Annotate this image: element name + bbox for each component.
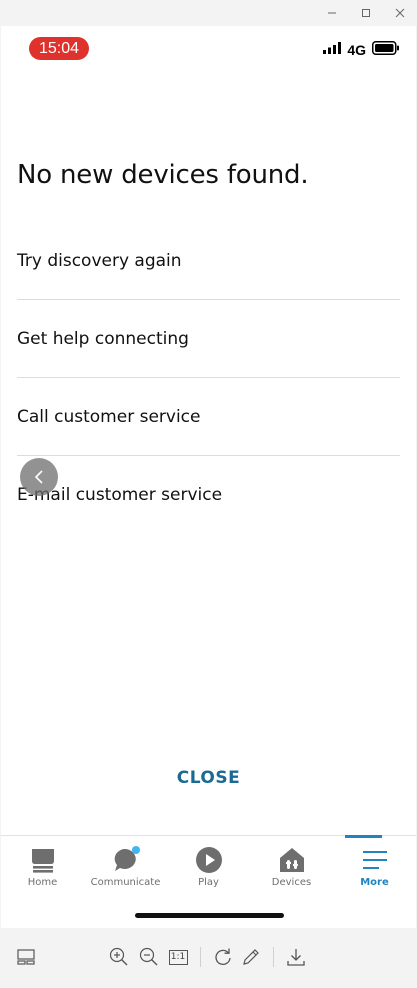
tab-label: Communicate (90, 877, 161, 888)
tab-label: Home (27, 877, 58, 888)
rotate-icon[interactable] (212, 946, 234, 968)
network-type: 4G (347, 42, 366, 58)
download-icon[interactable] (285, 946, 307, 968)
app-window: 15:04 4G No new devices found. Try disco… (0, 0, 417, 988)
tab-more[interactable]: More (333, 835, 416, 896)
toolbar-divider (200, 947, 201, 967)
tab-label: Play (198, 877, 219, 888)
viewer-toolbar: 1:1 (0, 928, 417, 988)
tab-label: Devices (271, 877, 312, 888)
zoom-in-icon[interactable] (108, 946, 130, 968)
options-list: Try discovery again Get help connecting … (17, 222, 400, 534)
actual-size-button[interactable]: 1:1 (167, 946, 189, 968)
actual-size-label: 1:1 (168, 949, 188, 965)
play-icon (195, 846, 223, 874)
tab-devices[interactable]: Devices (250, 836, 333, 896)
try-discovery-again-option[interactable]: Try discovery again (17, 222, 400, 300)
devices-icon (279, 846, 305, 874)
signal-icon (323, 41, 342, 59)
toolbar-divider (273, 947, 274, 967)
battery-icon (372, 40, 400, 60)
tab-home[interactable]: Home (1, 836, 84, 896)
home-indicator[interactable] (135, 913, 284, 918)
tab-label: More (360, 877, 389, 888)
close-icon[interactable] (391, 4, 409, 22)
zoom-out-icon[interactable] (138, 946, 160, 968)
maximize-icon[interactable] (357, 4, 375, 22)
chevron-left-icon (34, 470, 43, 484)
active-tab-indicator (345, 835, 382, 838)
minimize-icon[interactable] (323, 4, 341, 22)
communicate-icon (111, 846, 141, 874)
phone-screen: 15:04 4G No new devices found. Try disco… (1, 26, 416, 928)
status-time: 15:04 (29, 37, 89, 60)
notification-dot (131, 846, 140, 854)
close-button[interactable]: CLOSE (1, 768, 416, 788)
tab-communicate[interactable]: Communicate (84, 836, 167, 896)
edit-icon[interactable] (240, 946, 262, 968)
page-title: No new devices found. (17, 160, 309, 190)
tab-play[interactable]: Play (167, 836, 250, 896)
layout-icon[interactable] (15, 946, 37, 968)
status-indicators: 4G (323, 40, 400, 60)
call-customer-service-option[interactable]: Call customer service (17, 378, 400, 456)
email-customer-service-option[interactable]: E-mail customer service (17, 456, 400, 534)
back-button[interactable] (20, 458, 58, 496)
menu-icon (362, 846, 388, 874)
window-titlebar (0, 0, 417, 26)
get-help-connecting-option[interactable]: Get help connecting (17, 300, 400, 378)
home-icon (30, 846, 56, 874)
